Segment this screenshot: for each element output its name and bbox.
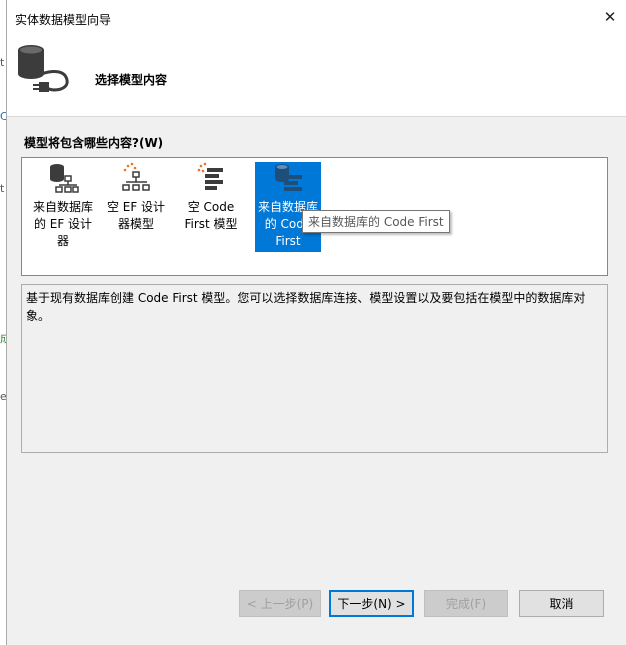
cancel-button[interactable]: 取消 [519,590,604,617]
option-empty-code-first-model[interactable]: 空 Code First 模型 [178,162,244,250]
option-description: 基于现有数据库创建 Code First 模型。您可以选择数据库连接、模型设置以… [21,284,608,453]
model-content-label: 模型将包含哪些内容?(W) [24,136,164,150]
empty-code-first-icon [197,162,223,190]
database-plug-icon [18,45,69,92]
option-label: 空 EF 设计器模型 [106,200,166,231]
option-empty-ef-designer-model[interactable]: 空 EF 设计器模型 [103,162,169,250]
window-title: 实体数据模型向导 [15,13,112,27]
entity-data-model-wizard-dialog: 实体数据模型向导 ✕ 选择模型内容 模型将包含哪些内容?(W) 来自数据库的 E… [6,0,626,645]
empty-designer-icon [122,162,150,191]
finish-button[interactable]: 完成(F) [424,590,508,617]
close-icon: ✕ [603,8,617,26]
option-label: 来自数据库的 EF 设计器 [32,200,93,248]
title-bar: 实体数据模型向导 ✕ [7,0,626,34]
back-button[interactable]: < 上一步(P) [239,590,321,617]
next-button[interactable]: 下一步(N) > [329,590,414,617]
database-designer-icon [50,164,79,193]
wizard-header: 选择模型内容 [7,34,626,117]
close-button[interactable]: ✕ [593,0,626,34]
option-label: 空 Code First 模型 [184,200,238,231]
page-title: 选择模型内容 [95,73,168,87]
option-ef-designer-from-database[interactable]: 来自数据库的 EF 设计器 [30,162,96,250]
option-tooltip: 来自数据库的 Code First [302,210,450,233]
option-code-first-from-database[interactable]: 来自数据库的 Code First [255,162,321,252]
database-code-first-icon [275,164,302,191]
